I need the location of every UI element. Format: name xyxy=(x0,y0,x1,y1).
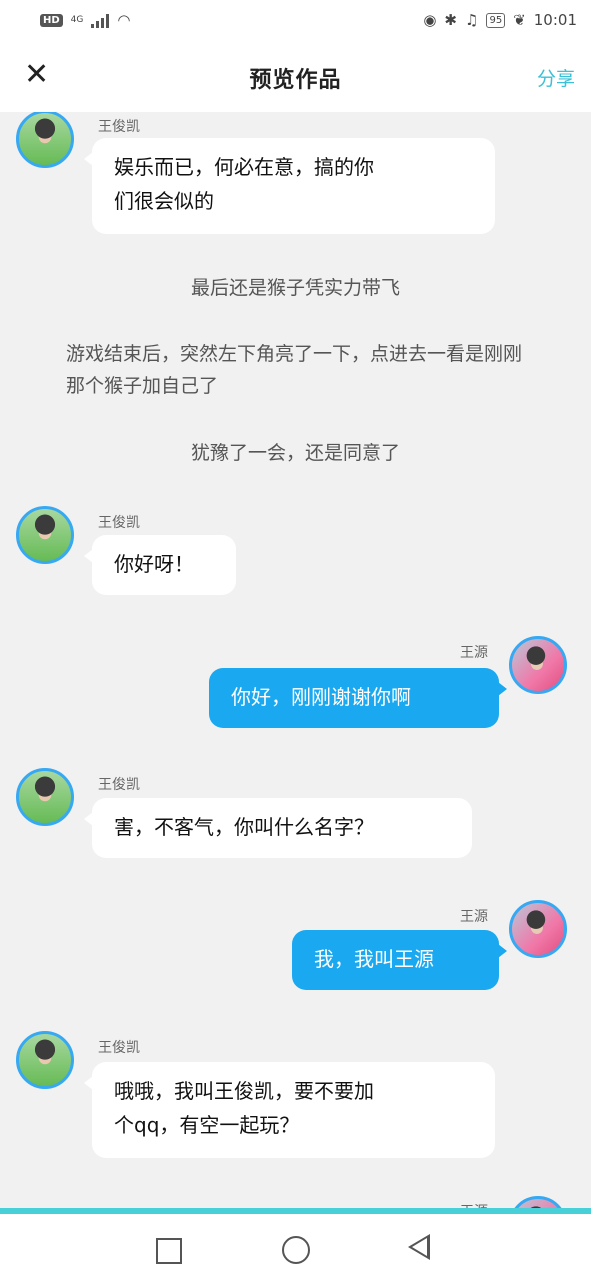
message-bubble: 害，不客气，你叫什么名字？ xyxy=(84,798,472,858)
leaf-icon: ❦ xyxy=(513,11,526,29)
signal-icon xyxy=(91,12,110,28)
message-bubble: 娱乐而已，何必在意，搞的你 们很会似的 xyxy=(84,138,495,234)
narration-text: 最后还是猴子凭实力带飞 xyxy=(190,277,400,299)
battery-level: 95 xyxy=(489,14,503,26)
sender-name: 王源 xyxy=(460,909,488,925)
message-bubble: 我，我叫王源 xyxy=(292,930,507,990)
bluetooth-icon: ✱ xyxy=(444,11,457,29)
sender-name: 王俊凯 xyxy=(98,1040,140,1056)
navigation-bar xyxy=(0,1208,591,1280)
page-title: 预览作品 xyxy=(249,68,342,93)
eye-icon: ◉ xyxy=(423,11,437,29)
message-bubble: 你好呀！ xyxy=(84,535,236,595)
sender-name: 王俊凯 xyxy=(98,777,140,793)
back-icon[interactable] xyxy=(408,1234,430,1260)
avatar-wangjunkai[interactable] xyxy=(16,1031,74,1089)
sender-name: 王源 xyxy=(460,1201,488,1208)
wifi-icon: ◠ xyxy=(117,11,131,29)
battery-icon: 95 xyxy=(486,12,506,28)
mute-bell-icon: ♫ xyxy=(465,11,479,29)
avatar-wangjunkai[interactable] xyxy=(16,112,74,168)
share-button[interactable]: 分享 xyxy=(537,64,575,91)
sender-name: 王俊凯 xyxy=(98,119,140,135)
chat-area[interactable]: 王俊凯 娱乐而已，何必在意，搞的你 们很会似的 最后还是猴子凭实力带飞 游戏结束… xyxy=(0,112,591,1208)
home-icon[interactable] xyxy=(282,1236,310,1264)
narration-text: 犹豫了一会，还是同意了 xyxy=(190,442,400,464)
avatar-wangjunkai[interactable] xyxy=(16,768,74,826)
avatar-wangyuan[interactable] xyxy=(509,900,567,958)
avatar-wangyuan[interactable] xyxy=(509,1196,567,1208)
network-type: 4G xyxy=(70,15,84,25)
status-right: ◉ ✱ ♫ 95 ❦ 10:01 xyxy=(423,11,577,29)
hd-badge: HD xyxy=(40,13,63,27)
sender-name: 王源 xyxy=(460,645,488,661)
message-bubble: 哦哦，我叫王俊凯，要不要加 个qq，有空一起玩？ xyxy=(84,1062,495,1158)
sender-name: 王俊凯 xyxy=(98,515,140,531)
top-bar: ✕ 预览作品 分享 xyxy=(0,40,591,112)
narration-text: 游戏结束后，突然左下角亮了一下，点进去一看是刚刚那个猴子加自己了 xyxy=(66,343,523,397)
clock: 10:01 xyxy=(533,11,577,29)
status-bar: HD 4G ◠ ◉ ✱ ♫ 95 ❦ 10:01 xyxy=(0,0,591,40)
message-bubble: 你好，刚刚谢谢你啊 xyxy=(209,668,507,728)
status-left: HD 4G ◠ xyxy=(40,11,130,29)
avatar-wangjunkai[interactable] xyxy=(16,506,74,564)
recent-apps-icon[interactable] xyxy=(156,1238,182,1264)
avatar-wangyuan[interactable] xyxy=(509,636,567,694)
